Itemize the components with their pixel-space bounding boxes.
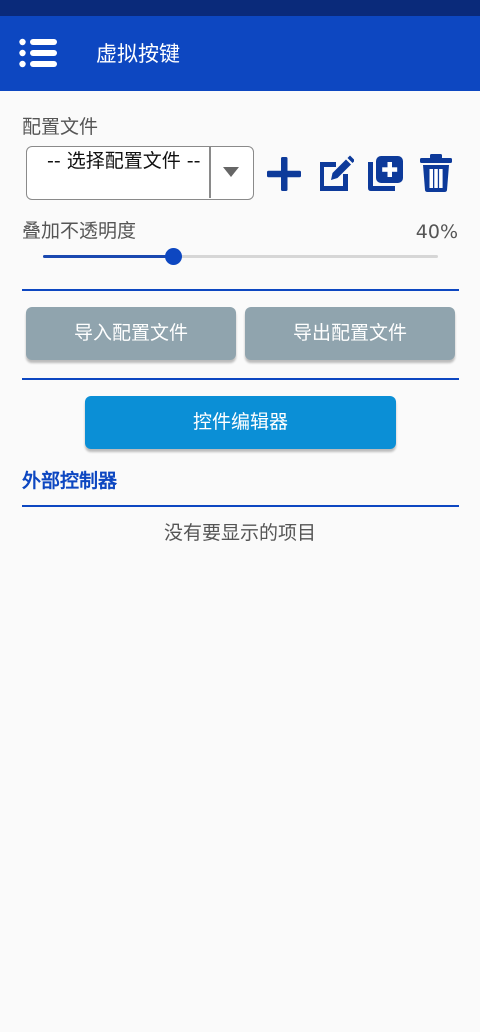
status-bar: [0, 0, 480, 16]
app-bar: 虚拟按键: [0, 16, 480, 91]
control-editor-button[interactable]: 控件编辑器: [85, 396, 396, 449]
section-divider: [22, 289, 459, 291]
opacity-label: 叠加不透明度: [22, 220, 137, 242]
profile-dropdown-value: -- 选择配置文件 --: [47, 150, 201, 172]
dropdown-divider: [209, 147, 211, 198]
export-profile-button[interactable]: 导出配置文件: [245, 307, 455, 360]
profile-dropdown[interactable]: -- 选择配置文件 --: [26, 146, 254, 200]
delete-icon[interactable]: [416, 152, 456, 194]
chevron-down-icon: [223, 167, 239, 177]
opacity-value: 40%: [415, 221, 458, 243]
profile-label: 配置文件: [22, 116, 99, 138]
app-title: 虚拟按键: [96, 42, 180, 66]
import-profile-button[interactable]: 导入配置文件: [26, 307, 236, 360]
list-menu-icon[interactable]: [19, 38, 57, 68]
copy-icon[interactable]: [365, 152, 405, 194]
opacity-slider-fill: [43, 255, 174, 258]
edit-icon[interactable]: [314, 152, 354, 194]
empty-list-message: 没有要显示的项目: [163, 522, 316, 544]
section-divider: [22, 505, 459, 507]
external-controllers-title: 外部控制器: [22, 470, 118, 492]
section-divider: [22, 378, 459, 380]
add-icon[interactable]: [264, 152, 304, 194]
opacity-slider-thumb[interactable]: [165, 248, 183, 265]
opacity-slider[interactable]: [43, 248, 438, 265]
